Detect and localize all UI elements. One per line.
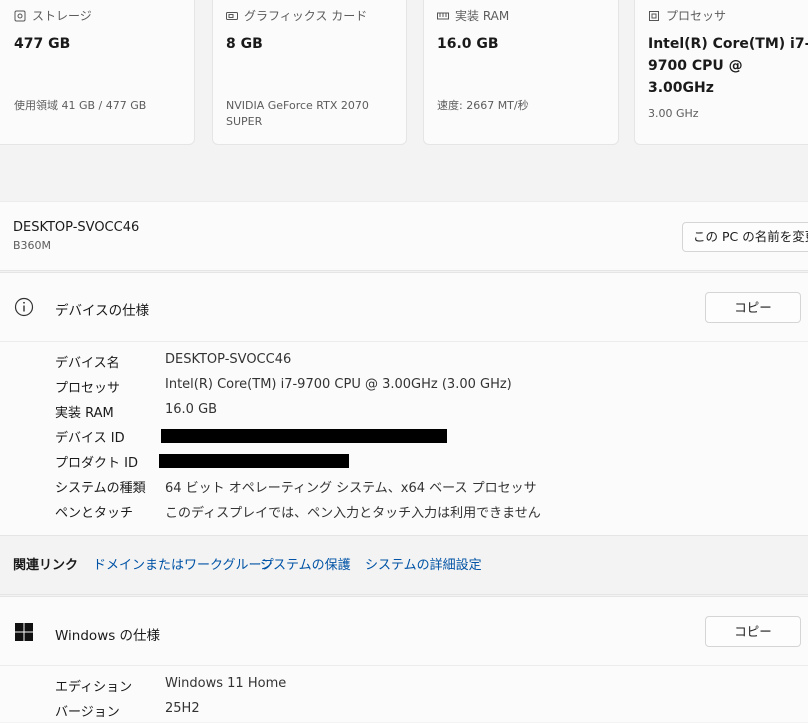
card-label: 実装 RAM (455, 9, 510, 23)
device-name: DESKTOP-SVOCC46 (13, 220, 140, 235)
spec-key: 実装 RAM (55, 406, 114, 421)
ram-card[interactable]: 実装 RAM 16.0 GB 速度: 2667 MT/秒 (423, 0, 619, 145)
spec-row: デバイス ID (0, 423, 808, 448)
card-value: 8 GB (226, 36, 263, 52)
card-sub: 使用領域 41 GB / 477 GB (14, 99, 147, 112)
spec-value[interactable]: 64 ビット オペレーティング システム、x64 ベース プロセッサ (165, 477, 537, 496)
redaction-bar (159, 454, 349, 468)
spec-key: デバイス ID (55, 431, 125, 446)
gpu-icon (226, 11, 238, 20)
link-domain-workgroup[interactable]: ドメインまたはワークグループ (93, 554, 274, 573)
spec-row: プロセッサ Intel(R) Core(TM) i7-9700 CPU @ 3.… (0, 373, 808, 398)
storage-icon (14, 10, 26, 21)
spec-value[interactable]: 16.0 GB (165, 402, 217, 417)
card-value: 477 GB (14, 36, 71, 52)
spec-row: エディション Windows 11 Home (0, 672, 808, 697)
spec-key: プロセッサ (55, 381, 121, 396)
section-title: デバイスの仕様 (55, 303, 150, 319)
copy-windows-spec-button[interactable]: コピー (705, 616, 801, 647)
copy-device-spec-button[interactable]: コピー (705, 292, 801, 323)
card-value: 16.0 GB (437, 36, 499, 52)
spec-row: ペンとタッチ このディスプレイでは、ペン入力とタッチ入力は利用できません (0, 498, 808, 523)
spec-key: ペンとタッチ (55, 506, 134, 521)
spec-value[interactable]: DESKTOP-SVOCC46 (165, 352, 291, 367)
spec-key: バージョン (55, 705, 120, 720)
windows-logo-icon (15, 623, 33, 641)
device-spec-rows: デバイス名 DESKTOP-SVOCC46 プロセッサ Intel(R) Cor… (0, 341, 808, 536)
spec-row: 実装 RAM 16.0 GB (0, 398, 808, 423)
device-spec-section: デバイスの仕様 コピー デバイス名 DESKTOP-SVOCC46 プロセッサ … (0, 272, 808, 535)
spec-row: プロダクト ID (0, 448, 808, 473)
device-model: B360M (13, 239, 52, 252)
spec-value[interactable]: Intel(R) Core(TM) i7-9700 CPU @ 3.00GHz … (165, 377, 512, 392)
spec-value[interactable]: このディスプレイでは、ペン入力とタッチ入力は利用できません (165, 502, 541, 521)
windows-spec-section: Windows の仕様 コピー エディション Windows 11 Home バ… (0, 596, 808, 722)
spec-key: システムの種類 (55, 481, 146, 496)
spec-cards: ストレージ 477 GB 使用領域 41 GB / 477 GB グラフィックス… (0, 0, 808, 146)
card-sub: 3.00 GHz (648, 107, 699, 120)
card-sub: 速度: 2667 MT/秒 (437, 99, 529, 112)
rename-pc-button[interactable]: この PC の名前を変更 (682, 222, 808, 252)
card-value: Intel(R) Core(TM) i7-9700 CPU @ 3.00GHz (648, 36, 808, 96)
ram-icon (437, 12, 449, 19)
info-icon (14, 297, 34, 317)
cpu-card[interactable]: プロセッサ Intel(R) Core(TM) i7-9700 CPU @ 3.… (634, 0, 808, 145)
related-links: 関連リンク ドメインまたはワークグループ システムの保護 システムの詳細設定 (0, 535, 808, 595)
link-advanced-system-settings[interactable]: システムの詳細設定 (365, 554, 482, 573)
link-system-protection[interactable]: システムの保護 (260, 554, 351, 573)
spec-row: バージョン 25H2 (0, 697, 808, 722)
spec-key: デバイス名 (55, 356, 120, 371)
card-label: グラフィックス カード (244, 9, 368, 23)
related-links-label: 関連リンク (13, 558, 79, 573)
spec-key: プロダクト ID (55, 456, 138, 471)
spec-value[interactable]: 25H2 (165, 701, 200, 716)
spec-value[interactable]: Windows 11 Home (165, 676, 286, 691)
redaction-bar (161, 429, 447, 443)
spec-key: エディション (55, 680, 133, 695)
card-label: ストレージ (32, 9, 92, 23)
spec-row: システムの種類 64 ビット オペレーティング システム、x64 ベース プロセ… (0, 473, 808, 498)
section-title: Windows の仕様 (55, 628, 161, 644)
storage-card[interactable]: ストレージ 477 GB 使用領域 41 GB / 477 GB (0, 0, 195, 145)
device-name-bar: DESKTOP-SVOCC46 B360M この PC の名前を変更 (0, 201, 808, 271)
windows-spec-rows: エディション Windows 11 Home バージョン 25H2 (0, 665, 808, 723)
card-label: プロセッサ (666, 9, 727, 23)
gpu-card[interactable]: グラフィックス カード 8 GB NVIDIA GeForce RTX 2070… (212, 0, 407, 145)
cpu-icon (649, 10, 659, 21)
spec-row: デバイス名 DESKTOP-SVOCC46 (0, 348, 808, 373)
card-sub: NVIDIA GeForce RTX 2070 SUPER (226, 99, 369, 128)
